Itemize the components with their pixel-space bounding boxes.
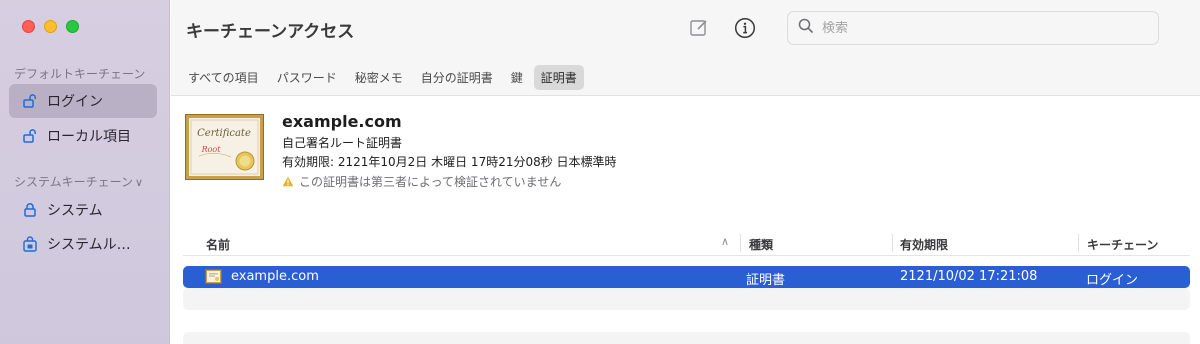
sidebar-item-local-items[interactable]: ローカル項目 — [9, 119, 157, 153]
certificate-badge-subtitle: Root — [201, 145, 222, 154]
locked-padlock-icon — [21, 201, 39, 219]
sidebar: デフォルトキーチェーン ログイン ローカル項目 システムキーチェーン ∨ システム… — [0, 0, 170, 344]
sidebar-section-system-label: システムキーチェーン — [14, 175, 134, 189]
sidebar-item-label: システムル… — [47, 237, 131, 253]
toolbar: キーチェーンアクセス — [171, 0, 1200, 60]
sidebar-section-default: デフォルトキーチェーン — [14, 65, 145, 82]
tab-secure-notes[interactable]: 秘密メモ — [348, 65, 410, 90]
sidebar-item-system-roots[interactable]: システムル… — [9, 227, 157, 261]
minimize-window-button[interactable] — [44, 20, 57, 33]
warning-triangle-icon — [282, 176, 294, 187]
compose-icon[interactable] — [688, 17, 710, 39]
certificate-expiry: 有効期限: 2121年10月2日 木曜日 17時21分08秒 日本標準時 — [282, 155, 617, 169]
tab-keys[interactable]: 鍵 — [504, 65, 530, 90]
tab-my-certificates[interactable]: 自分の証明書 — [414, 65, 500, 90]
certificate-kind: 自己署名ルート証明書 — [282, 136, 403, 150]
sidebar-item-label: ローカル項目 — [47, 129, 131, 145]
search-icon — [798, 18, 814, 38]
window-title: キーチェーンアクセス — [186, 22, 355, 42]
sidebar-section-default-label: デフォルトキーチェーン — [14, 67, 146, 81]
column-header-name[interactable]: 名前 — [206, 236, 230, 253]
row-kind: 証明書 — [746, 273, 786, 288]
table-row-empty — [183, 332, 1190, 344]
column-divider[interactable] — [1078, 234, 1079, 252]
column-divider[interactable] — [892, 234, 893, 252]
tab-certificates[interactable]: 証明書 — [533, 65, 584, 90]
chevron-down-icon: ∨ — [135, 176, 144, 189]
row-name: example.com — [231, 269, 319, 284]
certificate-warning-text: この証明書は第三者によって検証されていません — [299, 175, 562, 189]
column-divider[interactable] — [740, 234, 741, 252]
zoom-window-button[interactable] — [66, 20, 79, 33]
sidebar-item-label: システム — [47, 203, 103, 219]
column-header-kind[interactable]: 種類 — [749, 236, 773, 253]
window-controls — [22, 20, 79, 33]
sidebar-item-login[interactable]: ログイン — [9, 84, 157, 118]
locked-keychain-icon — [21, 235, 39, 253]
sidebar-item-label: ログイン — [47, 94, 103, 110]
column-header-keychain[interactable]: キーチェーン — [1087, 236, 1158, 253]
table-header: 名前 ∧ 種類 有効期限 キーチェーン — [183, 231, 1190, 256]
tab-all-items[interactable]: すべての項目 — [181, 65, 266, 90]
info-icon[interactable] — [734, 17, 756, 39]
certificate-badge-title: Certificate — [197, 128, 251, 139]
search-field[interactable] — [787, 11, 1159, 45]
certificate-warning: この証明書は第三者によって検証されていません — [282, 173, 561, 190]
unlocked-padlock-icon — [21, 127, 39, 145]
row-expiry: 2121/10/02 17:21:08 — [900, 269, 1038, 284]
certificate-icon — [205, 269, 222, 284]
column-header-expiry[interactable]: 有効期限 — [900, 236, 948, 253]
sidebar-section-system[interactable]: システムキーチェーン ∨ — [14, 173, 143, 190]
search-input[interactable] — [822, 20, 1142, 36]
category-tabs: すべての項目 パスワード 秘密メモ 自分の証明書 鍵 証明書 — [171, 60, 1200, 96]
sort-ascending-icon[interactable]: ∧ — [721, 235, 729, 248]
tab-passwords[interactable]: パスワード — [270, 65, 344, 90]
unlocked-padlock-icon — [21, 92, 39, 110]
table-row[interactable]: example.com 証明書 2121/10/02 17:21:08 ログイン — [183, 266, 1190, 288]
certificate-badge-icon: Certificate Root — [185, 114, 264, 180]
close-window-button[interactable] — [22, 20, 35, 33]
table-row-empty — [183, 288, 1190, 310]
certificate-name: example.com — [282, 112, 402, 131]
row-keychain: ログイン — [1086, 273, 1139, 288]
sidebar-item-system[interactable]: システム — [9, 193, 157, 227]
